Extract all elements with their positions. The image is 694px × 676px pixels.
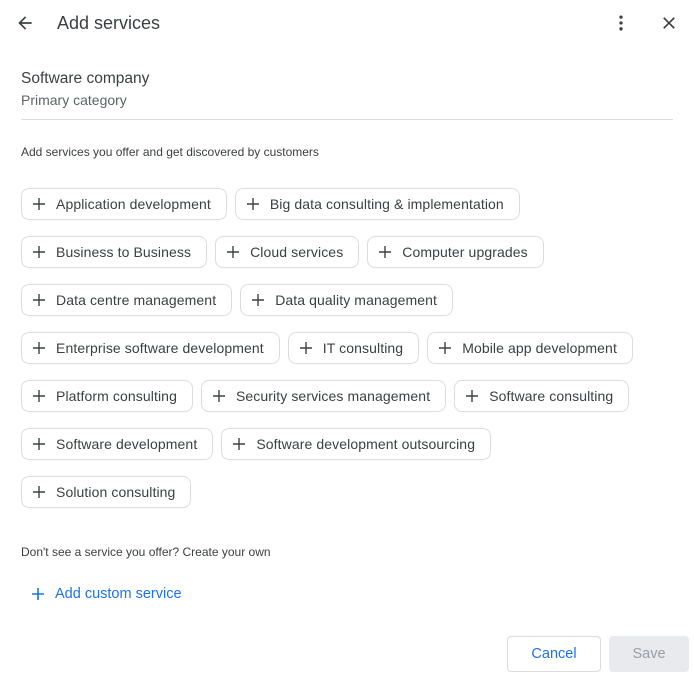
plus-icon	[32, 197, 46, 211]
service-chip-label: Enterprise software development	[56, 340, 264, 356]
plus-icon	[465, 389, 479, 403]
custom-service-prompt: Don't see a service you offer? Create yo…	[21, 545, 271, 559]
service-chip-label: Software development outsourcing	[256, 436, 476, 452]
service-chip[interactable]: Enterprise software development	[21, 332, 280, 364]
service-chip-row: Business to Business Cloud services Comput…	[21, 236, 681, 268]
service-chip-label: Software consulting	[489, 388, 614, 404]
service-chip-row: Platform consulting Security services man…	[21, 380, 681, 412]
service-chip[interactable]: Software development outsourcing	[221, 428, 492, 460]
plus-icon	[438, 341, 452, 355]
service-chip-row: Software development Software development…	[21, 428, 681, 460]
service-chip-label: Mobile app development	[462, 340, 617, 356]
cancel-button[interactable]: Cancel	[507, 636, 601, 672]
arrow-left-icon	[18, 16, 32, 30]
service-chip-label: Business to Business	[56, 244, 192, 260]
plus-icon	[232, 437, 246, 451]
plus-icon	[251, 293, 265, 307]
service-chip-label: Software development	[56, 436, 198, 452]
category-name: Software company	[21, 70, 150, 87]
service-chip[interactable]: Software consulting	[454, 380, 630, 412]
page-title: Add services	[57, 13, 161, 33]
add-custom-service-label: Add custom service	[55, 586, 182, 602]
plus-icon	[226, 245, 240, 259]
service-chip-label: Solution consulting	[56, 484, 176, 500]
save-button: Save	[609, 636, 689, 672]
plus-icon	[32, 293, 46, 307]
plus-icon	[246, 197, 260, 211]
service-chip[interactable]: Solution consulting	[21, 476, 192, 508]
more-options-button[interactable]	[607, 9, 635, 37]
close-icon	[663, 17, 675, 29]
divider	[21, 119, 673, 120]
service-chip[interactable]: Data quality management	[240, 284, 454, 316]
service-chip-list: Application development Big data consulti…	[21, 188, 681, 524]
service-chip-label: Data centre management	[56, 292, 217, 308]
service-chip-label: Platform consulting	[56, 388, 177, 404]
service-chip-row: Application development Big data consulti…	[21, 188, 681, 220]
plus-icon	[31, 587, 45, 601]
service-chip-label: Application development	[56, 196, 211, 212]
service-chip[interactable]: Business to Business	[21, 236, 208, 268]
back-button[interactable]	[11, 9, 39, 37]
plus-icon	[32, 437, 46, 451]
service-chip-label: IT consulting	[322, 340, 404, 356]
close-button[interactable]	[655, 9, 683, 37]
service-chip-row: Solution consulting	[21, 476, 681, 508]
service-chip[interactable]: Software development	[21, 428, 214, 460]
service-chip[interactable]: Computer upgrades	[367, 236, 544, 268]
service-chip-row: Data centre management Data quality manag…	[21, 284, 681, 316]
plus-icon	[299, 341, 313, 355]
service-chip-label: Cloud services	[250, 244, 344, 260]
add-custom-service-button[interactable]: Add custom service	[21, 580, 182, 608]
intro-text: Add services you offer and get discovere…	[21, 145, 319, 159]
plus-icon	[32, 341, 46, 355]
plus-icon	[378, 245, 392, 259]
service-chip[interactable]: Cloud services	[215, 236, 360, 268]
plus-icon	[32, 389, 46, 403]
service-chip[interactable]: Big data consulting & implementation	[234, 188, 520, 220]
plus-icon	[212, 389, 226, 403]
service-chip[interactable]: Application development	[21, 188, 227, 220]
service-chip-label: Data quality management	[275, 292, 438, 308]
service-chip-row: Enterprise software development IT consul…	[21, 332, 681, 364]
category-label: Primary category	[21, 92, 127, 108]
service-chip-label: Big data consulting & implementation	[269, 196, 504, 212]
more-vert-icon	[619, 15, 623, 31]
plus-icon	[32, 245, 46, 259]
dialog-header: Add services	[0, 0, 694, 46]
service-chip[interactable]: Security services management	[200, 380, 447, 412]
service-chip[interactable]: Mobile app development	[427, 332, 633, 364]
plus-icon	[32, 485, 46, 499]
service-chip[interactable]: IT consulting	[287, 332, 420, 364]
service-chip-label: Computer upgrades	[402, 244, 528, 260]
service-chip-label: Security services management	[235, 388, 431, 404]
service-chip[interactable]: Platform consulting	[21, 380, 193, 412]
service-chip[interactable]: Data centre management	[21, 284, 233, 316]
